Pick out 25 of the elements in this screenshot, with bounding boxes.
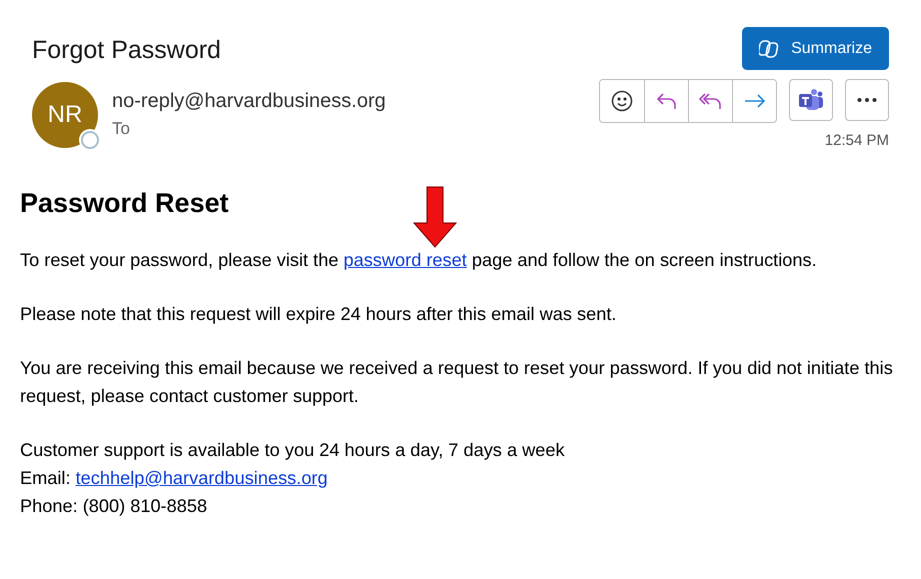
teams-button[interactable] [789, 79, 833, 121]
link[interactable]: password reset [343, 250, 467, 270]
sent-time: 12:54 PM [824, 132, 889, 149]
recipient-label: To [112, 119, 131, 139]
paragraph: Phone: (800) 810-8858 [20, 495, 208, 518]
summarize-button[interactable]: Summarize [742, 27, 889, 70]
more-icon [857, 98, 877, 102]
forward-button[interactable] [732, 80, 776, 122]
arrow-icon [413, 186, 457, 248]
forward-icon [744, 93, 766, 109]
sender-avatar: NR [32, 82, 98, 148]
email-subject: Forgot Password [32, 36, 222, 64]
reply-icon [656, 91, 678, 111]
reply-all-icon [698, 91, 722, 111]
sender-address: no-reply@harvardbusiness.org [112, 90, 386, 113]
more-button[interactable] [845, 79, 889, 121]
paragraph: You are receiving this email because we received a request to reset your password. If you did not initiate this request, please contact customer support. [20, 357, 894, 408]
link[interactable]: techhelp@harvardbusiness.org [76, 468, 328, 488]
smiley-icon [611, 90, 633, 112]
paragraph: Customer support is available to you 24 hours a day, 7 days a week [20, 439, 565, 462]
body-heading: Password Reset [20, 187, 229, 220]
paragraph: Please note that this request will expire 24 hours after this email was sent. [20, 303, 616, 326]
paragraph: To reset your password, please visit the password reset page and follow the on screen instructions. [20, 249, 817, 272]
teams-icon [798, 88, 824, 112]
paragraph: Email: techhelp@harvardbusiness.org [20, 467, 328, 490]
